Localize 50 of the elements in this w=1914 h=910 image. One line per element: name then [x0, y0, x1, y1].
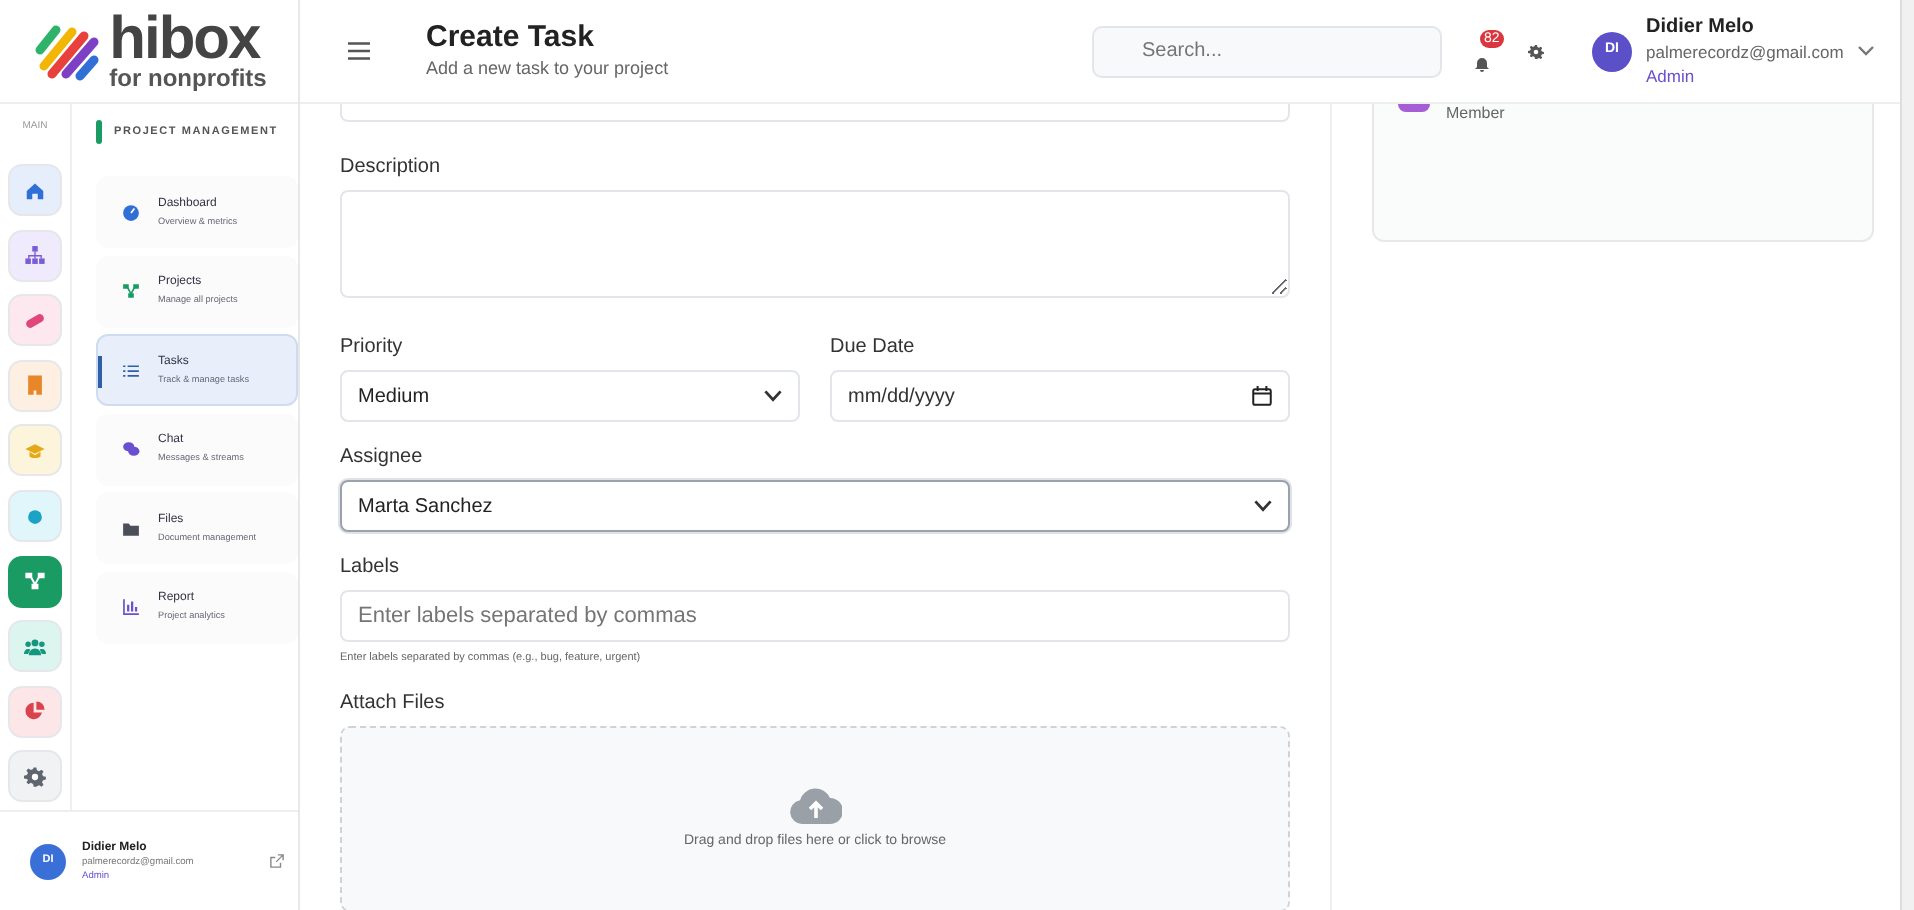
page-subtitle: Add a new task to your project [426, 55, 671, 82]
bell-icon[interactable] [1474, 55, 1490, 74]
circle-icon [24, 505, 46, 528]
gauge-icon [122, 203, 140, 221]
menu-icon[interactable] [348, 42, 370, 60]
chat-icon [122, 440, 140, 458]
external-link-icon[interactable] [270, 854, 284, 868]
folder-icon [122, 519, 140, 537]
settings-icon [1528, 43, 1544, 59]
cloud-upload-icon [789, 787, 841, 823]
building-icon [24, 374, 46, 397]
member-role: Member [1446, 104, 1505, 122]
graduation-cap-icon [24, 439, 46, 462]
chevron-down-icon [1254, 500, 1272, 512]
users-icon [24, 635, 46, 658]
field-label: Priority [340, 336, 405, 360]
network-icon [24, 570, 46, 593]
network-icon [122, 282, 140, 300]
page-title: Create Task [426, 19, 596, 56]
list-icon [122, 361, 140, 379]
field-label: Assignee [340, 446, 425, 470]
user-name: Didier Melo [1646, 15, 1756, 39]
user-role: Admin [1646, 63, 1697, 87]
labels-field[interactable]: Enter labels separated by commas [340, 590, 1290, 642]
select-field[interactable]: Medium [340, 370, 800, 422]
scrollbar[interactable] [1900, 0, 1914, 910]
input-field[interactable] [340, 104, 1290, 122]
field-label: Description [340, 156, 443, 180]
rail-button[interactable] [8, 555, 62, 608]
logo-icon [31, 21, 104, 81]
field-label: Due Date [830, 336, 917, 360]
field-label: Labels [340, 556, 401, 580]
date-field[interactable]: mm/dd/yyyy [830, 370, 1290, 422]
field-label: Attach Files [340, 692, 447, 717]
bar-chart-icon [122, 598, 140, 616]
search-field[interactable]: Search... [1092, 25, 1442, 77]
sitemap-icon [24, 244, 46, 267]
logo-name: hibox [109, 13, 261, 65]
user-email: palmerecordz@gmail.com [1646, 39, 1844, 63]
settings-icon [24, 765, 46, 788]
pie-chart-icon [24, 700, 46, 723]
logo-tagline: for nonprofits [109, 65, 267, 89]
avatar [1398, 104, 1430, 112]
description-field[interactable] [340, 190, 1290, 298]
chevron-down-icon[interactable] [1857, 46, 1874, 56]
section-marker [96, 120, 102, 144]
home-icon [24, 179, 46, 202]
chevron-down-icon [764, 390, 782, 402]
calendar-icon [1252, 386, 1272, 406]
select-field[interactable]: Marta Sanchez [340, 480, 1290, 532]
